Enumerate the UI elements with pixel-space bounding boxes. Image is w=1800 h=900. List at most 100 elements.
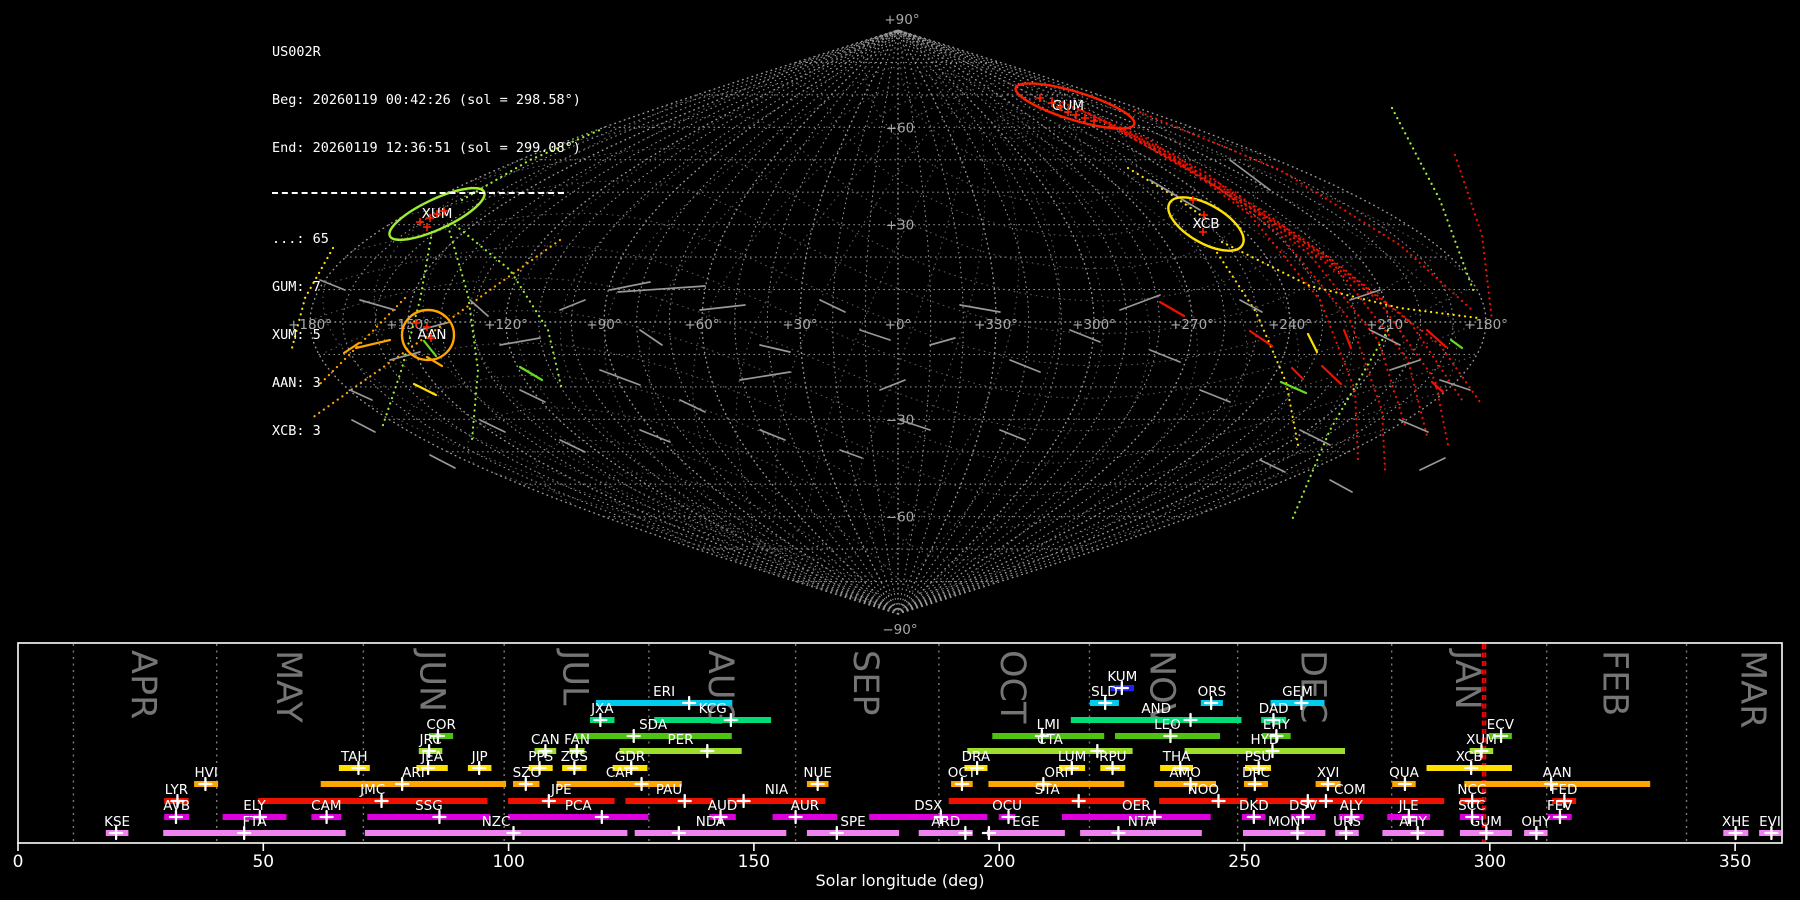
curve: [1086, 287, 1471, 399]
shower-label-aan: AAN: [1543, 765, 1572, 781]
sporadic-meteor: [929, 337, 956, 346]
curve: [604, 472, 878, 604]
shower-labels: KUMERI SLD ORS GEMJXA KCG AND DADCOR SDA LMI LEO E…: [104, 669, 1781, 830]
meteor-radiant-app: +180° +150° +120° +90° +60° +30° +0° +330° +300°…: [0, 0, 1800, 900]
shower-label-ely: ELY: [243, 798, 266, 814]
label: −60: [886, 510, 915, 526]
end-time: End: 20260119 12:36:51 (sol = 299.08°): [272, 140, 581, 156]
shower-label-gem: GEM: [1282, 684, 1313, 700]
shower-bar-spe: [806, 830, 900, 836]
shower-label-tha: THA: [1162, 749, 1191, 765]
shower-bar-sta: [948, 798, 1146, 804]
sporadic-meteor: [1389, 359, 1421, 371]
shower-label-kcg: KCG: [699, 701, 727, 717]
shower-meteor: [1306, 332, 1319, 354]
shower-label-sda: SDA: [639, 717, 668, 733]
curve: [1101, 183, 1325, 302]
shower-meteor: [1248, 329, 1274, 348]
shower-meteor: [1290, 366, 1305, 381]
shower-label-mon: MON: [1268, 814, 1300, 830]
sporadic-meteor: [617, 285, 706, 293]
label: +300°: [1072, 317, 1116, 333]
sporadic-meteor: [739, 371, 791, 381]
sporadic-meteor: [1399, 419, 1429, 433]
shower-label-dsx: DSX: [914, 798, 942, 814]
count-xcb: XCB: 3: [272, 423, 321, 439]
observation-info-panel: US002R Beg: 20260119 00:42:26 (sol = 298…: [272, 12, 581, 471]
shower-label-leo: LEO: [1154, 717, 1181, 733]
label: +90°: [884, 12, 919, 28]
count-total: ...: 65: [272, 231, 329, 247]
shower-bar-pca: [508, 814, 649, 820]
radiant-label-xcb: XCB: [1193, 216, 1220, 232]
shower-label-nia: NIA: [765, 782, 789, 798]
curve: [1110, 124, 1464, 402]
label: +30°: [782, 317, 817, 333]
x-axis: 0 50 100 150 200 250 300 350 Solar longitude (de…: [13, 843, 1751, 890]
shower-bar-fta: [163, 830, 346, 836]
label: +330°: [974, 317, 1018, 333]
sporadic-meteor: [959, 304, 1001, 313]
shower-label-lmi: LMI: [1037, 717, 1060, 733]
curve: [692, 95, 964, 535]
shower-label-pau: PAU: [656, 782, 682, 798]
shower-bar-ssg: [367, 814, 491, 820]
shower-bar-jpe: [508, 798, 615, 804]
shower-bar-nzc: [364, 830, 628, 836]
curve: [979, 82, 1259, 155]
curve: [1019, 391, 1442, 497]
label: +270°: [1170, 317, 1214, 333]
month-label: APR: [123, 650, 163, 719]
shower-label-tah: TAH: [340, 749, 368, 765]
shower-bar-kcg: [654, 717, 772, 723]
curve: [993, 106, 1405, 465]
sporadic-meteor: [609, 281, 651, 291]
shower-label-nzc: NZC: [482, 814, 511, 830]
label: +0°: [885, 317, 912, 333]
curve: [758, 117, 1020, 578]
label: +60: [886, 120, 915, 136]
shower-label-spe: SPE: [840, 814, 865, 830]
curve: [989, 427, 1390, 529]
shower-label-per: PER: [668, 732, 694, 748]
shower-meteor: [1425, 328, 1448, 349]
month-label: OCT: [992, 650, 1032, 724]
month-label: JUL: [554, 648, 594, 706]
month-label: JUN: [412, 648, 452, 712]
axis-tick-label: 50: [252, 852, 274, 872]
shower-label-pca: PCA: [565, 798, 593, 814]
sporadic-meteor: [759, 429, 786, 441]
separator-line: [272, 192, 564, 194]
curve: [648, 82, 963, 534]
month-label: SEP: [845, 650, 885, 715]
shower-label-ori: ORI: [1044, 765, 1068, 781]
sporadic-meteor: [839, 449, 863, 459]
curve: [1088, 112, 1430, 442]
sporadic-meteor: [1119, 294, 1161, 311]
shower-bar-nta: [1080, 830, 1202, 836]
shower-bar-aur: [772, 814, 838, 820]
curve: [735, 102, 966, 537]
label: +240°: [1268, 317, 1312, 333]
curve: [1133, 108, 1474, 312]
sporadic-meteor: [1199, 389, 1231, 403]
axis-tick-label: 250: [1228, 852, 1260, 872]
sporadic-meteor: [819, 299, 846, 313]
shower-label-evi: EVI: [1759, 814, 1781, 830]
shower-label-ocu: OCU: [992, 798, 1022, 814]
curve: [1076, 106, 1407, 427]
sporadic-meteor: [639, 329, 663, 346]
axis-tick-label: 0: [13, 852, 24, 872]
begin-time: Beg: 20260119 00:42:26 (sol = 298.58°): [272, 92, 581, 108]
shower-meteor: [1342, 328, 1353, 350]
shower-bar-sda: [574, 733, 732, 739]
curve: [515, 34, 968, 532]
curve: [920, 508, 1210, 594]
shower-bar-dsx: [869, 814, 988, 820]
axis-tick-label: 100: [492, 852, 524, 872]
curve: [1046, 354, 1477, 464]
shower-bar-nda: [634, 830, 787, 836]
axis-tick-label: 350: [1719, 852, 1751, 872]
shower-label-cor: COR: [426, 717, 455, 733]
axis-tick-label: 300: [1474, 852, 1506, 872]
